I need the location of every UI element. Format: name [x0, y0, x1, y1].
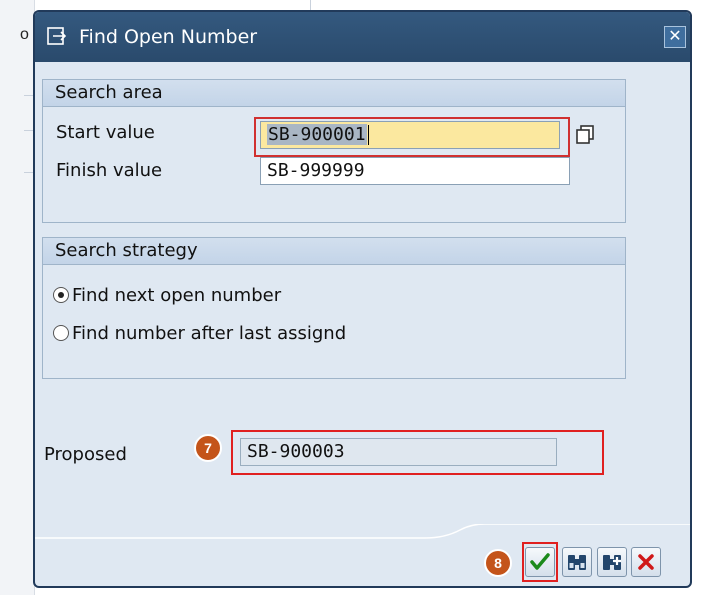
close-icon: ✕ — [668, 26, 682, 45]
start-value-label: Start value — [56, 122, 155, 143]
close-button[interactable]: ✕ — [664, 26, 686, 48]
radio-label: Find number after last assignd — [72, 323, 347, 344]
radio-unselected-icon — [53, 325, 69, 341]
proposed-field: SB-900003 — [240, 438, 557, 466]
text-cursor — [367, 125, 369, 145]
step-7-badge: 7 — [194, 434, 222, 462]
background-divider — [310, 0, 311, 10]
start-value-text: SB-900001 — [267, 124, 367, 145]
background-window-edge — [0, 0, 35, 595]
step-8-badge: 8 — [484, 549, 512, 577]
find-next-icon — [603, 555, 621, 570]
radio-selected-icon — [53, 287, 69, 303]
radio-find-number-after-last-assigned[interactable]: Find number after last assignd — [53, 323, 346, 349]
search-area-group: Search area Start value SB-900001 Finish… — [42, 79, 626, 223]
search-area-header: Search area — [43, 80, 625, 107]
background-text: o — [20, 26, 29, 43]
search-strategy-header: Search strategy — [43, 238, 625, 265]
cancel-button[interactable] — [631, 547, 661, 577]
find-next-button[interactable] — [597, 547, 627, 577]
start-value-field[interactable]: SB-900001 — [260, 121, 560, 149]
dialog-icon — [47, 27, 67, 45]
radio-find-next-open-number[interactable]: Find next open number — [53, 285, 281, 311]
continue-button[interactable] — [525, 547, 555, 577]
radio-label: Find next open number — [72, 285, 282, 306]
dialog-title: Find Open Number — [79, 26, 258, 48]
proposed-label: Proposed — [44, 444, 127, 465]
find-open-number-dialog: Find Open Number ✕ Search area Start val… — [33, 10, 692, 588]
copy-icon[interactable] — [574, 124, 596, 146]
finish-value-field[interactable]: SB-999999 — [260, 157, 570, 185]
find-button[interactable] — [562, 547, 592, 577]
cancel-icon — [638, 554, 654, 570]
binoculars-icon — [568, 555, 586, 570]
dialog-title-bar: Find Open Number ✕ — [35, 12, 690, 62]
finish-value-label: Finish value — [56, 160, 163, 181]
search-strategy-group: Search strategy Find next open number Fi… — [42, 237, 626, 379]
check-icon — [530, 553, 550, 570]
